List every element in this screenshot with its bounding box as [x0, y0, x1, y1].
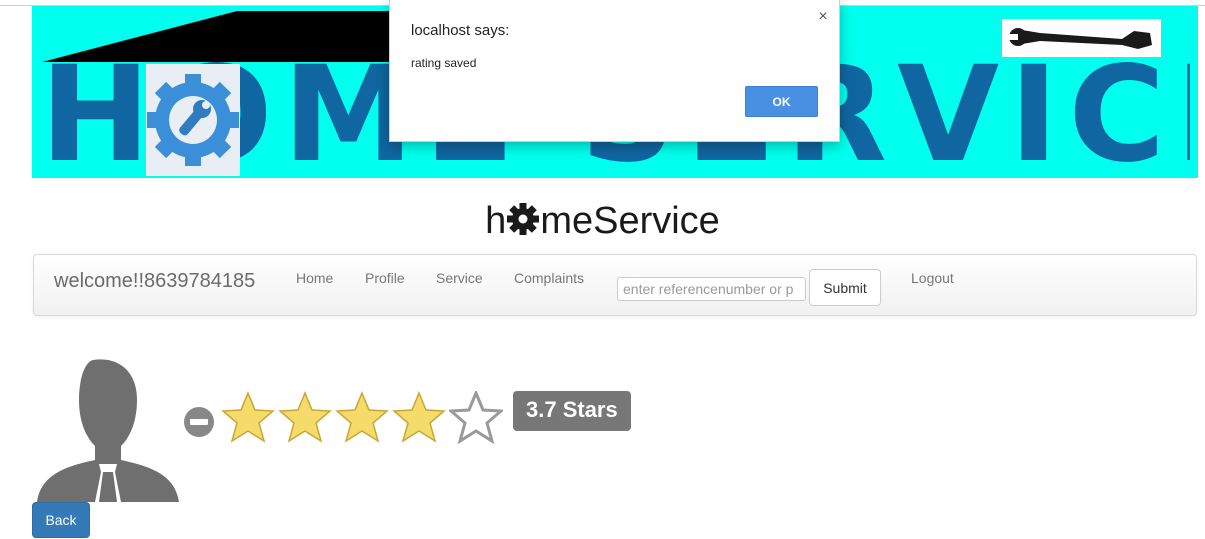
- nav-service[interactable]: Service: [436, 270, 483, 286]
- star-icon[interactable]: [449, 391, 503, 445]
- rating-badge: 3.7 Stars: [513, 391, 631, 431]
- nav-complaints[interactable]: Complaints: [514, 270, 584, 286]
- dialog-title: localhost says:: [411, 22, 510, 39]
- ok-button[interactable]: OK: [745, 86, 818, 117]
- reference-search-input[interactable]: [617, 277, 806, 301]
- welcome-text: welcome!!8639784185: [54, 270, 256, 292]
- brand-prefix: h: [485, 200, 507, 242]
- star-icon[interactable]: [392, 391, 446, 445]
- minus-circle-icon[interactable]: [183, 406, 215, 438]
- star-icon[interactable]: [221, 391, 275, 445]
- nav-logout[interactable]: Logout: [911, 270, 954, 286]
- user-silhouette-icon: [37, 359, 179, 502]
- star-icon[interactable]: [335, 391, 389, 445]
- alert-dialog: localhost says: × rating saved OK: [389, 0, 840, 142]
- submit-button[interactable]: Submit: [809, 269, 881, 306]
- back-button[interactable]: Back: [32, 502, 90, 538]
- gear-icon: [146, 64, 240, 176]
- dialog-message: rating saved: [411, 56, 477, 70]
- brand-suffix: meService: [540, 200, 720, 242]
- brand-title: h meService: [0, 198, 1205, 244]
- star-icon[interactable]: [278, 391, 332, 445]
- nav-home[interactable]: Home: [296, 270, 333, 286]
- close-icon[interactable]: ×: [815, 9, 831, 25]
- navbar: welcome!!8639784185 Home Profile Service…: [33, 254, 1197, 316]
- wrench-icon: [1002, 19, 1161, 57]
- nav-profile[interactable]: Profile: [365, 270, 405, 286]
- brand-gear-icon: [507, 203, 540, 235]
